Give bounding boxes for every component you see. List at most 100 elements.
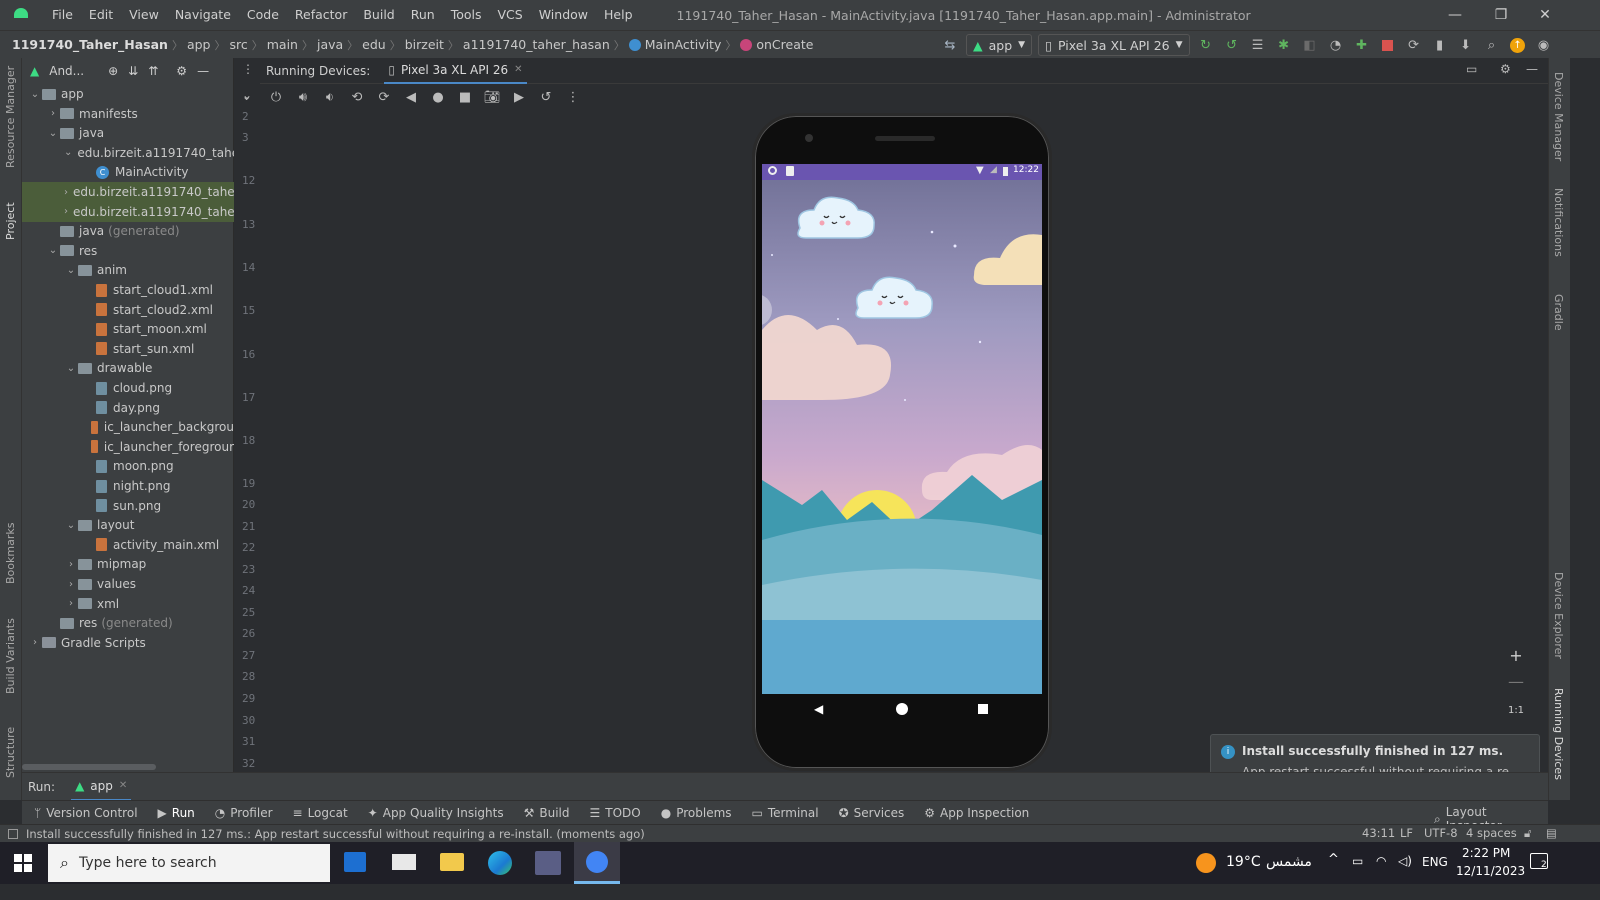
store-icon[interactable] [344, 852, 366, 872]
screen-record-icon[interactable]: ▶ [509, 87, 529, 107]
hide-panel-icon[interactable]: — [1526, 62, 1538, 76]
tray-chevron-icon[interactable]: ^ [1328, 852, 1339, 867]
device-explorer-tab[interactable]: Device Explorer [1552, 572, 1565, 659]
gradle-tab[interactable]: Gradle [1552, 294, 1565, 331]
notifications-tab[interactable]: Notifications [1552, 188, 1565, 257]
vcs-update-icon[interactable]: ⇆ [940, 35, 960, 55]
menu-vcs[interactable]: VCS [490, 0, 531, 30]
android-overview-button[interactable] [978, 704, 988, 714]
tree-item[interactable]: ⌄ res [22, 241, 234, 261]
indent-setting[interactable]: 4 spaces [1466, 826, 1517, 840]
tree-item[interactable]: start_cloud1.xml [22, 280, 234, 300]
tree-item[interactable]: cloud.png [22, 378, 234, 398]
close-window-button[interactable]: ✕ [1522, 0, 1568, 30]
volume-up-icon[interactable]: 🔊︎ [293, 87, 313, 107]
emulator-app-icon[interactable] [535, 851, 561, 875]
settings-gear-icon[interactable]: ⚙ [176, 64, 187, 78]
file-explorer-icon[interactable] [440, 853, 464, 871]
tool-window-services[interactable]: ✪ Services [839, 806, 905, 820]
chevron-right-icon[interactable]: › [28, 637, 42, 648]
weather-condition[interactable]: مشمس [1266, 854, 1312, 870]
expand-all-icon[interactable]: ⇊ [128, 64, 138, 78]
status-panel-icon[interactable] [8, 828, 18, 839]
volume-tray-icon[interactable]: ◁) [1398, 854, 1412, 868]
screenshot-icon[interactable]: 📷︎ [482, 87, 502, 107]
tree-item[interactable]: sun.png [22, 496, 234, 516]
tree-item[interactable]: res (generated) [22, 613, 234, 633]
breadcrumb-item[interactable]: 1191740_Taher_Hasan [8, 37, 172, 52]
more-options-icon[interactable]: ⋮ [242, 62, 254, 76]
chevron-right-icon[interactable]: › [64, 579, 78, 590]
account-icon[interactable]: ◉ [1534, 35, 1554, 55]
chevron-down-icon[interactable]: ⌄ [64, 147, 72, 158]
tool-window-build[interactable]: ⚒ Build [524, 806, 570, 820]
zoom-in-button[interactable]: + [1500, 646, 1532, 672]
tree-item[interactable]: night.png [22, 476, 234, 496]
tool-window-terminal[interactable]: ▭ Terminal [752, 806, 819, 820]
menu-navigate[interactable]: Navigate [167, 0, 239, 30]
menu-refactor[interactable]: Refactor [287, 0, 355, 30]
tree-item[interactable]: moon.png [22, 456, 234, 476]
build-variants-tab[interactable]: Build Variants [4, 618, 17, 694]
breadcrumb-item[interactable]: MainActivity [641, 37, 726, 52]
file-encoding[interactable]: UTF-8 [1424, 826, 1458, 840]
tree-item[interactable]: ⌄ edu.birzeit.a1191740_tahe [22, 143, 234, 163]
layout-icon[interactable]: ▭ [1466, 62, 1477, 76]
tool-window-version-control[interactable]: ᛘ Version Control [34, 806, 138, 820]
tree-item[interactable]: › values [22, 574, 234, 594]
breadcrumb-item[interactable]: java [313, 37, 347, 52]
chevron-right-icon[interactable]: › [64, 559, 78, 570]
profile-icon[interactable]: ◔ [1326, 35, 1346, 55]
chevron-down-icon[interactable]: ⌄ [242, 88, 252, 102]
breadcrumb-item[interactable]: onCreate [752, 37, 817, 52]
menu-file[interactable]: File [44, 0, 81, 30]
zoom-actual-button[interactable]: 1:1 [1500, 698, 1532, 724]
tool-window-app-quality-insights[interactable]: ✦ App Quality Insights [368, 806, 504, 820]
hide-panel-icon[interactable]: — [197, 64, 209, 78]
line-separator[interactable]: LF [1400, 826, 1413, 840]
wifi-tray-icon[interactable]: ◠ [1376, 854, 1386, 868]
chevron-down-icon[interactable]: ⌄ [46, 245, 60, 256]
power-icon[interactable]: ⏻ [266, 87, 286, 107]
language-indicator[interactable]: ENG [1422, 855, 1448, 869]
android-studio-taskbar-icon[interactable] [574, 842, 620, 884]
tree-item[interactable]: start_cloud2.xml [22, 300, 234, 320]
breadcrumb-item[interactable]: a1191740_taher_hasan [459, 37, 614, 52]
apply-code-changes-icon[interactable]: ↺ [1222, 35, 1242, 55]
tree-item[interactable]: › xml [22, 594, 234, 614]
horizontal-scrollbar[interactable] [22, 764, 156, 770]
tool-window-app-inspection[interactable]: ⚙ App Inspection [924, 806, 1029, 820]
rotate-left-icon[interactable]: ⟲ [347, 87, 367, 107]
apply-changes-restart-icon[interactable]: ↻ [1196, 35, 1216, 55]
menu-edit[interactable]: Edit [81, 0, 121, 30]
weather-temperature[interactable]: 19°C [1226, 854, 1261, 870]
chevron-right-icon[interactable]: › [64, 187, 68, 198]
run-list-icon[interactable]: ☰ [1248, 35, 1268, 55]
device-tab[interactable]: ▯ Pixel 3a XL API 26 ✕ [384, 58, 527, 84]
breadcrumb-item[interactable]: birzeit [401, 37, 448, 52]
bookmarks-tab[interactable]: Bookmarks [4, 523, 17, 584]
tree-item[interactable]: ⌄ anim [22, 260, 234, 280]
settings-gear-icon[interactable]: ⚙ [1500, 62, 1511, 76]
tree-item[interactable]: ic_launcher_foregrour [22, 437, 234, 457]
updates-icon[interactable]: ↑ [1508, 35, 1528, 55]
tool-window-profiler[interactable]: ◔ Profiler [215, 806, 273, 820]
tree-item[interactable]: java (generated) [22, 221, 234, 241]
volume-down-icon[interactable]: 🔉︎ [320, 87, 340, 107]
running-devices-tab[interactable]: Running Devices [1552, 688, 1565, 780]
more-options-icon[interactable]: ⋮ [563, 87, 583, 107]
attach-debugger-icon[interactable]: ◧ [1300, 35, 1320, 55]
menu-build[interactable]: Build [355, 0, 402, 30]
menu-window[interactable]: Window [531, 0, 596, 30]
snapshot-icon[interactable]: ↺ [536, 87, 556, 107]
tree-item[interactable]: ⌄ drawable [22, 358, 234, 378]
action-center-button[interactable]: 2 [1530, 853, 1548, 870]
phone-screen[interactable]: ▼ ◢ 12:22 [762, 164, 1042, 694]
close-tab-icon[interactable]: ✕ [514, 64, 522, 75]
chevron-down-icon[interactable]: ⌄ [64, 363, 78, 374]
lock-icon[interactable]: 🔓︎ [1524, 826, 1531, 841]
tree-item[interactable]: › Gradle Scripts [22, 633, 234, 653]
run-tab-app[interactable]: ▲ app ✕ [71, 773, 132, 801]
device-manager-icon[interactable]: ▮ [1430, 35, 1450, 55]
breadcrumb-item[interactable]: src [225, 37, 251, 52]
